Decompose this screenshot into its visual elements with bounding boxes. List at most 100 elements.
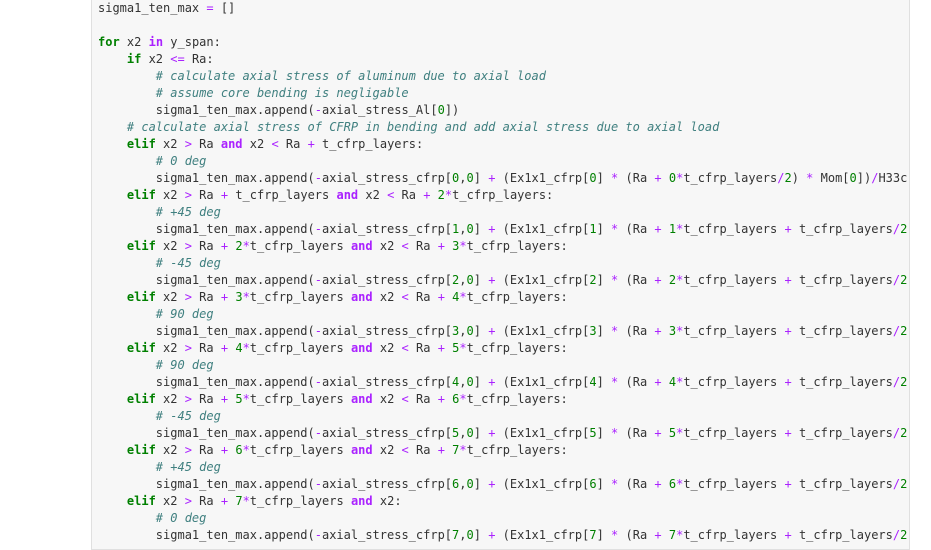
code-token: + [437, 392, 445, 406]
code-token: ] [596, 324, 612, 338]
code-line: sigma1_ten_max.append(-axial_stress_cfrp… [98, 170, 909, 187]
code-token: t_cfrp_layers [791, 426, 893, 440]
code-token: * [459, 341, 467, 355]
code-token: ) [907, 273, 909, 287]
code-line: sigma1_ten_max.append(-axial_stress_cfrp… [98, 323, 909, 340]
code-token: (Ex1x1_cfrp[ [495, 426, 590, 440]
code-token: (Ex1x1_cfrp[ [495, 528, 590, 542]
code-token: t_cfrp_layers [791, 477, 893, 491]
code-keyword: and [350, 494, 373, 508]
code-token: + [654, 375, 662, 389]
code-token: t_cfrp_layers [683, 222, 785, 236]
code-token: x2 [155, 443, 185, 457]
code-comment: # calculate axial stress of aluminum due… [155, 69, 546, 83]
code-keyword: elif [126, 443, 156, 457]
code-token: sigma1_ten_max.append( [98, 477, 315, 491]
code-token: sigma1_ten_max [98, 1, 207, 15]
code-token: Ra [408, 443, 438, 457]
code-editor[interactable]: sigma1_ten_max = []​for x2 in y_span: if… [98, 0, 909, 544]
code-line: sigma1_ten_max.append(-axial_stress_cfrp… [98, 272, 909, 289]
code-token: < [401, 239, 409, 253]
code-line: elif x2 > Ra + 5*t_cfrp_layers and x2 < … [98, 391, 909, 408]
code-token: 0 [466, 324, 474, 338]
code-token: 0 [466, 375, 474, 389]
code-token: sigma1_ten_max.append( [98, 426, 315, 440]
code-line: # -45 deg [98, 408, 909, 425]
code-token: + [220, 494, 229, 508]
code-token: > [184, 341, 192, 355]
code-token: + [784, 528, 792, 542]
code-token: y_span: [163, 35, 221, 49]
code-keyword: and [350, 392, 373, 406]
code-token: t_cfrp_layers: [466, 341, 568, 355]
code-token: axial_stress_cfrp[ [321, 222, 453, 236]
code-token: 5 [589, 426, 597, 440]
code-token: < [271, 137, 279, 151]
code-token: t_cfrp_layers [683, 171, 778, 185]
code-token: 2 [668, 273, 677, 287]
code-keyword: and [350, 443, 373, 457]
code-token: axial_stress_cfrp[ [321, 273, 453, 287]
code-token: + [654, 273, 662, 287]
code-token: axial_stress_Al[ [321, 103, 438, 117]
code-keyword: and [220, 137, 243, 151]
code-keyword: elif [126, 392, 156, 406]
code-token: * [242, 341, 250, 355]
code-token: Ra [278, 137, 308, 151]
code-token: + [437, 239, 445, 253]
code-line: sigma1_ten_max.append(-axial_stress_cfrp… [98, 221, 909, 238]
code-token: - [314, 103, 322, 117]
code-token: 3 [589, 324, 597, 338]
code-line: sigma1_ten_max = [] [98, 0, 909, 17]
code-cell[interactable]: sigma1_ten_max = []​for x2 in y_span: if… [91, 0, 910, 550]
code-token: ] [473, 528, 489, 542]
code-token: + [784, 477, 792, 491]
code-token: ] [596, 222, 612, 236]
code-token: (Ex1x1_cfrp[ [495, 324, 590, 338]
code-keyword: elif [126, 239, 156, 253]
code-token: 0 [466, 171, 474, 185]
code-token: 0 [466, 222, 474, 236]
code-token: 5 [668, 426, 677, 440]
code-token: x2 [141, 52, 171, 66]
code-token: ) [907, 528, 909, 542]
code-token: ] [473, 375, 489, 389]
code-line: # -45 deg [98, 255, 909, 272]
code-token: * [459, 443, 467, 457]
code-token: t_cfrp_layers [683, 477, 785, 491]
code-token: x2 [155, 188, 185, 202]
code-line: # calculate axial stress of aluminum due… [98, 68, 909, 85]
code-token: 0 [466, 528, 474, 542]
code-token: + [220, 290, 229, 304]
code-token: axial_stress_cfrp[ [321, 528, 453, 542]
code-token: + [784, 222, 792, 236]
code-token: + [784, 273, 792, 287]
code-token: Ra [191, 341, 221, 355]
code-line: elif x2 > Ra + 7*t_cfrp_layers and x2: [98, 493, 909, 510]
code-token: x2 [155, 341, 185, 355]
code-line: # 90 deg [98, 357, 909, 374]
code-token: + [654, 171, 662, 185]
code-comment: # +45 deg [155, 460, 221, 474]
code-token: (Ex1x1_cfrp[ [495, 477, 590, 491]
code-token: ] [596, 171, 612, 185]
code-token: 7 [668, 528, 677, 542]
code-token: + [437, 290, 445, 304]
code-keyword: and [336, 188, 359, 202]
code-token: * [242, 392, 250, 406]
code-line: # calculate axial stress of CFRP in bend… [98, 119, 909, 136]
code-token: ] [596, 273, 612, 287]
code-token: ) [791, 171, 807, 185]
code-token: H33c) [878, 171, 909, 185]
code-token: sigma1_ten_max.append( [98, 324, 315, 338]
code-token: sigma1_ten_max.append( [98, 375, 315, 389]
code-token: (Ra [618, 375, 655, 389]
code-line: elif x2 > Ra + 4*t_cfrp_layers and x2 < … [98, 340, 909, 357]
code-token: t_cfrp_layers [228, 188, 337, 202]
code-token: Ra: [184, 52, 214, 66]
